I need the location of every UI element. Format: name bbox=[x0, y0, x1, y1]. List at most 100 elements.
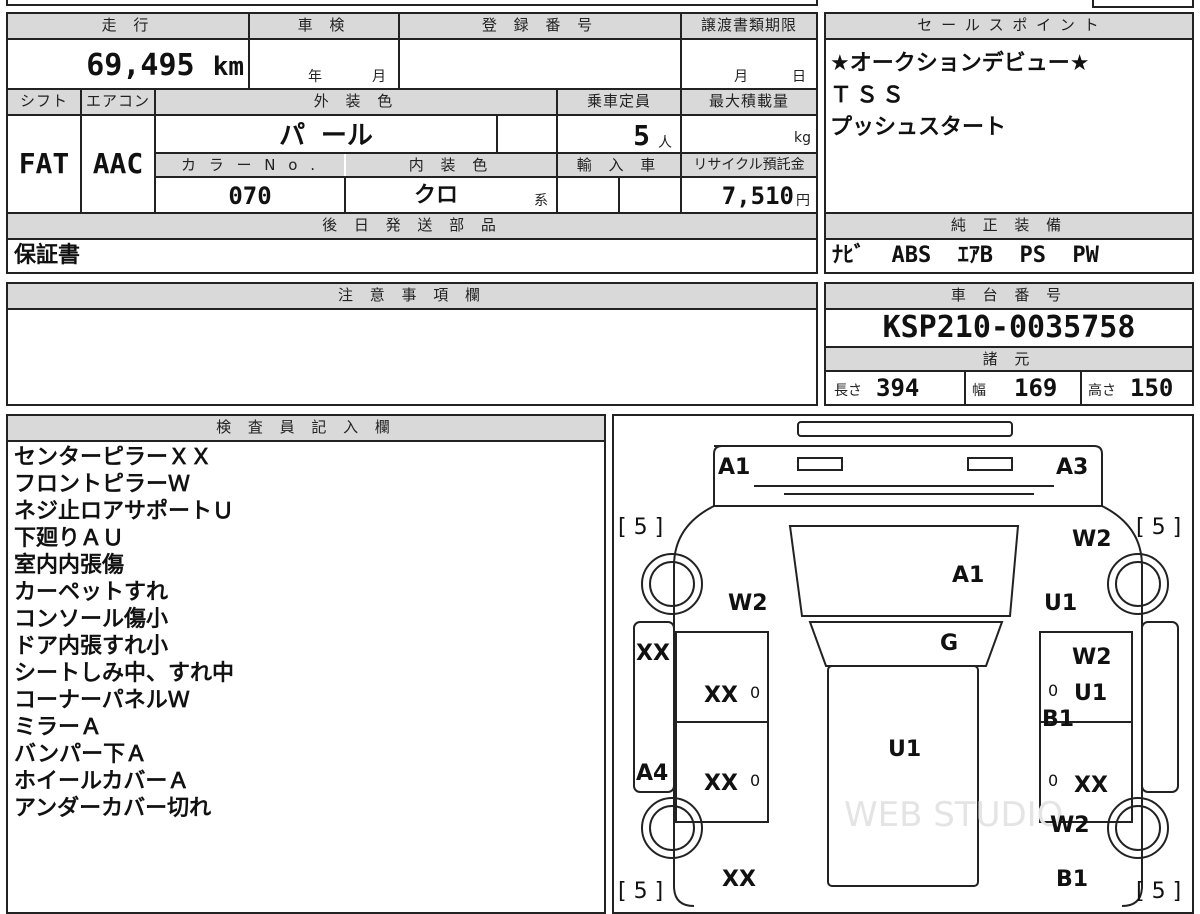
color-no-label: カ ラ ー N o . bbox=[156, 154, 344, 176]
grid-line bbox=[8, 212, 816, 214]
notes-value bbox=[14, 314, 810, 402]
inspector-line: ネジ止ロアサポートＵ bbox=[14, 499, 235, 524]
import-label: 輸 入 車 bbox=[558, 154, 680, 176]
car-diagram-panel: WEB STUDIO A1 A3 [ 5 ] [ 5 ] A1 W2 W2 U1… bbox=[612, 414, 1194, 914]
inspector-line: ホイールカバーＡ bbox=[14, 769, 190, 794]
grid-line bbox=[1080, 370, 1082, 404]
main-info-table: 走 行 車 検 登 録 番 号 譲渡書類期限 69,495 km 年 月 月 日… bbox=[6, 12, 818, 274]
shaken-year-unit: 年 bbox=[308, 69, 322, 85]
sales-points-panel: セ ー ル ス ポ イ ン ト ★オークションデビュー★ ＴＳＳ プッシュスター… bbox=[824, 12, 1194, 274]
front-body-shape bbox=[713, 445, 1103, 507]
transfer-day-unit: 日 bbox=[792, 69, 806, 85]
inspector-line: アンダーカバー切れ bbox=[14, 796, 212, 821]
windshield-shape bbox=[808, 621, 1004, 667]
capacity-label: 乗車定員 bbox=[558, 90, 680, 114]
mark-hood: A1 bbox=[952, 563, 984, 588]
shift-label: シフト bbox=[8, 90, 80, 114]
mileage-value: 69,495 km bbox=[8, 40, 244, 88]
grid-line bbox=[8, 114, 816, 116]
genuine-equipment-value: ﾅﾋﾞ ABS ｴｱB PS PW bbox=[832, 243, 1099, 268]
notes-panel: 注 意 事 項 欄 bbox=[6, 282, 818, 406]
later-parts-label: 後 日 発 送 部 品 bbox=[8, 214, 816, 238]
grid-line bbox=[80, 88, 82, 212]
tire-rr-inner-shape bbox=[1115, 805, 1161, 851]
width-value: 169 bbox=[1014, 374, 1058, 402]
aircon-label: エアコン bbox=[82, 90, 154, 114]
top-right-box bbox=[1092, 0, 1194, 8]
sales-point-line: プッシュスタート bbox=[830, 115, 1007, 140]
width-label: 幅 bbox=[972, 383, 986, 399]
grid-line bbox=[154, 176, 816, 178]
mark-fender-right-u1: U1 bbox=[1044, 591, 1077, 616]
mark-fender-left: W2 bbox=[728, 591, 768, 616]
color-no-value: 070 bbox=[228, 182, 272, 210]
mileage-label: 走 行 bbox=[8, 14, 248, 38]
inspector-line: カーペットすれ bbox=[14, 580, 169, 605]
mark-door-fr-b1: B1 bbox=[1042, 707, 1074, 732]
right-body-shape bbox=[1101, 505, 1143, 907]
notes-label: 注 意 事 項 欄 bbox=[8, 284, 816, 308]
mark-pillar-left: XX bbox=[636, 641, 670, 666]
grid-line bbox=[826, 38, 1192, 40]
exterior-color-value: パ ール bbox=[279, 121, 373, 151]
mark-zero: 0 bbox=[1048, 681, 1058, 700]
mark-door-fl: XX bbox=[704, 683, 738, 708]
chassis-number: KSP210-0035758 bbox=[882, 310, 1136, 345]
inspector-line: ミラーＡ bbox=[14, 715, 103, 740]
mileage-unit: km bbox=[212, 52, 244, 82]
mark-tire-fr: [ 5 ] bbox=[1136, 515, 1181, 540]
inspector-label: 検 査 員 記 入 欄 bbox=[8, 416, 604, 440]
inspector-line: コンソール傷小 bbox=[14, 607, 169, 632]
shaken-label: 車 検 bbox=[250, 14, 398, 38]
length-label: 長さ bbox=[834, 383, 862, 399]
interior-color-value: クロ bbox=[413, 183, 458, 208]
mark-tire-rr: [ 5 ] bbox=[1136, 879, 1181, 904]
mark-tire-rl: [ 5 ] bbox=[618, 879, 663, 904]
capacity-unit: 人 bbox=[658, 135, 672, 151]
grid-line bbox=[618, 176, 620, 212]
max-load-unit: kg bbox=[794, 130, 811, 146]
exterior-color-label: 外 装 色 bbox=[156, 90, 556, 114]
sales-point-line: ＴＳＳ bbox=[830, 83, 909, 108]
damage-marks: A1 A3 [ 5 ] [ 5 ] A1 W2 W2 U1 G XX XX 0 … bbox=[618, 455, 1181, 904]
capacity-value: 5 bbox=[633, 119, 650, 152]
mileage-number: 69,495 bbox=[86, 48, 195, 83]
mark-sill-left: A4 bbox=[636, 761, 668, 786]
grid-line bbox=[556, 88, 558, 212]
headlight-right-shape bbox=[967, 457, 1013, 471]
grid-line bbox=[8, 440, 604, 442]
mark-tire-fl: [ 5 ] bbox=[618, 515, 663, 540]
inspector-line: シートしみ中、すれ中 bbox=[14, 661, 235, 686]
aircon-value: AAC bbox=[92, 147, 144, 180]
transfer-month-unit: 月 bbox=[734, 69, 748, 85]
inspector-line: ドア内張すれ小 bbox=[14, 634, 169, 659]
grid-line bbox=[8, 88, 816, 90]
interior-suffix: 系 bbox=[534, 193, 548, 209]
mark-rear-fender-right: W2 bbox=[1050, 813, 1090, 838]
grid-line bbox=[8, 238, 816, 240]
chassis-specs-panel: 車 台 番 号 KSP210-0035758 諸 元 長さ 394 幅 169 … bbox=[824, 282, 1194, 406]
max-load-label: 最大積載量 bbox=[682, 90, 816, 114]
recycle-unit: 円 bbox=[796, 193, 810, 209]
mark-rear-left: XX bbox=[722, 867, 756, 892]
shift-value: FAT bbox=[18, 147, 70, 180]
recycle-value: 7,510 bbox=[721, 182, 794, 210]
door-fl-shape bbox=[675, 631, 769, 723]
shaken-month-unit: 月 bbox=[372, 69, 386, 85]
mark-a1-front-left: A1 bbox=[718, 455, 750, 480]
height-value: 150 bbox=[1130, 374, 1174, 402]
mark-door-rr: XX bbox=[1074, 773, 1108, 798]
inspector-line: 室内内張傷 bbox=[14, 553, 125, 578]
grid-line bbox=[496, 114, 498, 152]
mark-door-rl: XX bbox=[704, 771, 738, 796]
sales-point-line: ★オークションデビュー★ bbox=[830, 51, 1090, 76]
inspector-lines: センターピラーＸＸ フロントピラーＷ ネジ止ロアサポートＵ 下廻りＡＵ 室内内張… bbox=[14, 444, 594, 822]
grid-line bbox=[248, 14, 250, 88]
height-label: 高さ bbox=[1088, 383, 1116, 399]
grid-line bbox=[964, 370, 966, 404]
mark-zero: 0 bbox=[750, 683, 760, 702]
top-left-strip bbox=[6, 0, 818, 6]
recycle-label: リサイクル預託金 bbox=[682, 154, 816, 176]
mark-a3-front-right: A3 bbox=[1056, 455, 1088, 480]
inspector-line: コーナーパネルＷ bbox=[14, 688, 190, 713]
